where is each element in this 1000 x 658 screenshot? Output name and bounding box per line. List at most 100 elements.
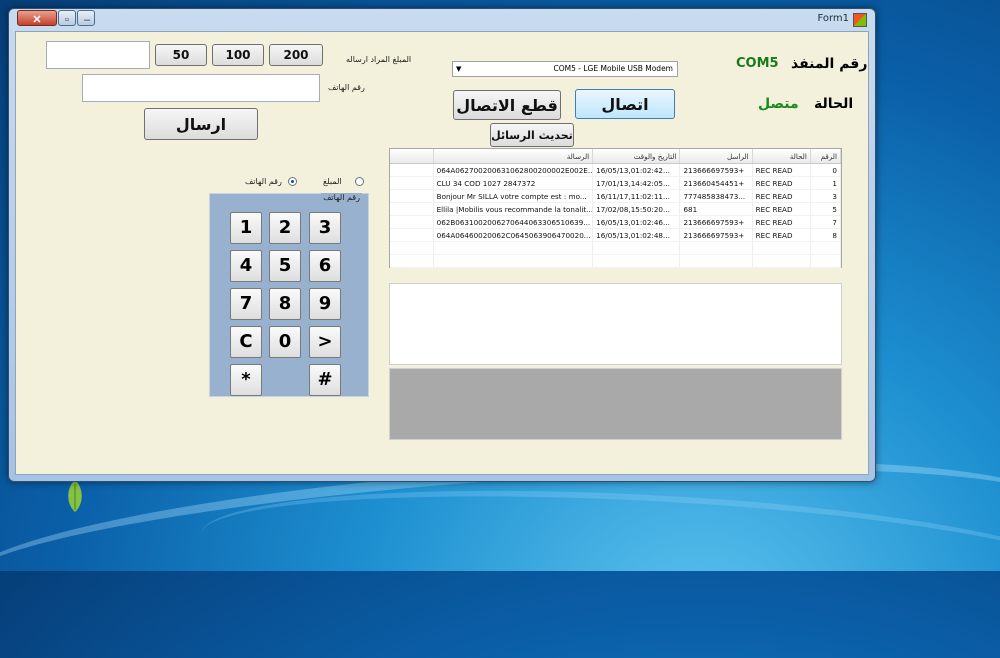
amount-to-send-label: المبلغ المراد ارساله [346, 55, 412, 64]
cell-num: 8 [810, 228, 842, 242]
table-row[interactable]: 064A06460020062C0645063906470020... 16/05… [390, 228, 842, 242]
cell-sender: 213660454451+ [679, 176, 753, 190]
connect-button[interactable]: اتصال [575, 89, 675, 119]
cell-message: CLU 34 COD 1027 2847372 [433, 176, 594, 190]
port-number-label: رقم المنفذ [791, 56, 868, 72]
key-5-button[interactable]: 5 [269, 250, 301, 282]
column-header-status[interactable]: الحالة [752, 149, 811, 164]
window-title: Form1 [817, 13, 849, 24]
column-header-datetime[interactable]: التاريخ والوقت [592, 149, 681, 164]
key-3-button[interactable]: 3 [309, 212, 341, 244]
cell-sender: 213666697593+ [679, 215, 753, 229]
gray-panel [389, 368, 842, 440]
cell-datetime: 17/02/08,15:50:20... [592, 202, 681, 216]
empty-cell [433, 241, 594, 255]
table-row[interactable]: CLU 34 COD 1027 2847372 17/01/13,14:42:05… [390, 176, 842, 190]
amount-100-button[interactable]: 100 [212, 44, 264, 66]
form-client-area: 50 100 200 المبلغ المراد ارساله رقم الها… [15, 31, 869, 475]
cell-num: 7 [810, 215, 842, 229]
key-9-button[interactable]: 9 [309, 288, 341, 320]
maximize-button[interactable]: ▫ [58, 10, 76, 26]
cell-status: REC READ [752, 228, 811, 242]
key-backspace-button[interactable]: > [309, 326, 341, 358]
minimize-button[interactable]: – [77, 10, 95, 26]
cell-message: Bonjour Mr SILLA votre compte est : mo..… [433, 189, 594, 203]
cell-num: 5 [810, 202, 842, 216]
port-select[interactable]: ▼ COM5 - LGE Mobile USB Modem [452, 61, 678, 77]
key-8-button[interactable]: 8 [269, 288, 301, 320]
messages-table[interactable]: الرسالة التاريخ والوقت الراسل الحالة الر… [389, 148, 842, 268]
key-hash-button[interactable]: # [309, 364, 341, 396]
table-row[interactable]: 064A062700200631062800200002E002E... 16/0… [390, 163, 842, 177]
key-4-button[interactable]: 4 [230, 250, 262, 282]
cell-status: REC READ [752, 189, 811, 203]
radio-phone[interactable] [288, 177, 297, 186]
cell-status: REC READ [752, 202, 811, 216]
empty-cell [433, 254, 594, 268]
empty-cell [592, 241, 681, 255]
key-6-button[interactable]: 6 [309, 250, 341, 282]
radio-amount[interactable] [355, 177, 364, 186]
column-header-sender[interactable]: الراسل [679, 149, 753, 164]
cell-status: REC READ [752, 163, 811, 177]
cell-sender: 213666697593+ [679, 228, 753, 242]
radio-phone-label: رقم الهاتف [245, 177, 282, 186]
table-row-empty [390, 254, 842, 268]
app-icon [853, 13, 867, 27]
empty-cell [810, 254, 842, 268]
status-label: الحالة [814, 96, 854, 112]
cell-status: REC READ [752, 215, 811, 229]
cell-datetime: 16/05/13,01:02:42... [592, 163, 681, 177]
column-header-num[interactable]: الرقم [810, 149, 842, 164]
key-clear-button[interactable]: C [230, 326, 262, 358]
amount-input[interactable] [46, 41, 150, 69]
message-text-area[interactable] [389, 283, 842, 365]
column-header-message[interactable]: الرسالة [433, 149, 594, 164]
key-0-button[interactable]: 0 [269, 326, 301, 358]
table-row[interactable]: Ellila |Mobilis vous recommande la tonal… [390, 202, 842, 216]
phone-number-label: رقم الهاتف [328, 83, 365, 92]
row-header-cell [390, 163, 434, 177]
keypad-group: رقم الهاتف 1 2 3 4 5 6 7 8 9 C 0 > * # [209, 193, 369, 397]
app-window: ✕ ▫ – Form1 50 100 200 المبلغ المراد ارس… [8, 8, 876, 482]
title-bar: ✕ ▫ – Form1 [9, 9, 875, 31]
radio-amount-label: المبلغ [323, 177, 342, 186]
amount-50-button[interactable]: 50 [155, 44, 207, 66]
row-header-cell [390, 228, 434, 242]
row-header-corner [390, 149, 434, 164]
port-value: COM5 [736, 56, 779, 71]
table-row[interactable]: Bonjour Mr SILLA votre compte est : mo..… [390, 189, 842, 203]
key-2-button[interactable]: 2 [269, 212, 301, 244]
cell-message: 062B0631002006270644063306510639... [433, 215, 594, 229]
refresh-messages-button[interactable]: تحديث الرسائل [490, 123, 574, 147]
cell-datetime: 16/05/13,01:02:48... [592, 228, 681, 242]
phone-input[interactable] [82, 74, 320, 102]
empty-cell [679, 241, 753, 255]
cell-status: REC READ [752, 176, 811, 190]
row-header-cell [390, 189, 434, 203]
port-select-value: COM5 - LGE Mobile USB Modem [553, 64, 673, 73]
empty-cell [752, 241, 811, 255]
disconnect-button[interactable]: قطع الاتصال [453, 90, 561, 120]
table-row-empty [390, 241, 842, 255]
send-button[interactable]: ارسال [144, 108, 258, 140]
keypad-group-label: رقم الهاتف [321, 193, 362, 202]
table-row[interactable]: 062B0631002006270644063306510639... 16/05… [390, 215, 842, 229]
row-header-cell [390, 215, 434, 229]
cell-datetime: 16/11/17,11:02:11... [592, 189, 681, 203]
empty-cell [390, 241, 434, 255]
cell-message: 064A062700200631062800200002E002E... [433, 163, 594, 177]
wallpaper-leaf-icon [68, 480, 82, 512]
key-1-button[interactable]: 1 [230, 212, 262, 244]
key-star-button[interactable]: * [230, 364, 262, 396]
cell-sender: 681 [679, 202, 753, 216]
cell-num: 3 [810, 189, 842, 203]
close-button[interactable]: ✕ [17, 10, 57, 26]
amount-200-button[interactable]: 200 [269, 44, 323, 66]
row-header-cell [390, 176, 434, 190]
key-7-button[interactable]: 7 [230, 288, 262, 320]
table-header-row: الرسالة التاريخ والوقت الراسل الحالة الر… [390, 149, 842, 164]
status-value: متصل [758, 96, 799, 112]
empty-cell [679, 254, 753, 268]
cell-sender: 777485838473... [679, 189, 753, 203]
